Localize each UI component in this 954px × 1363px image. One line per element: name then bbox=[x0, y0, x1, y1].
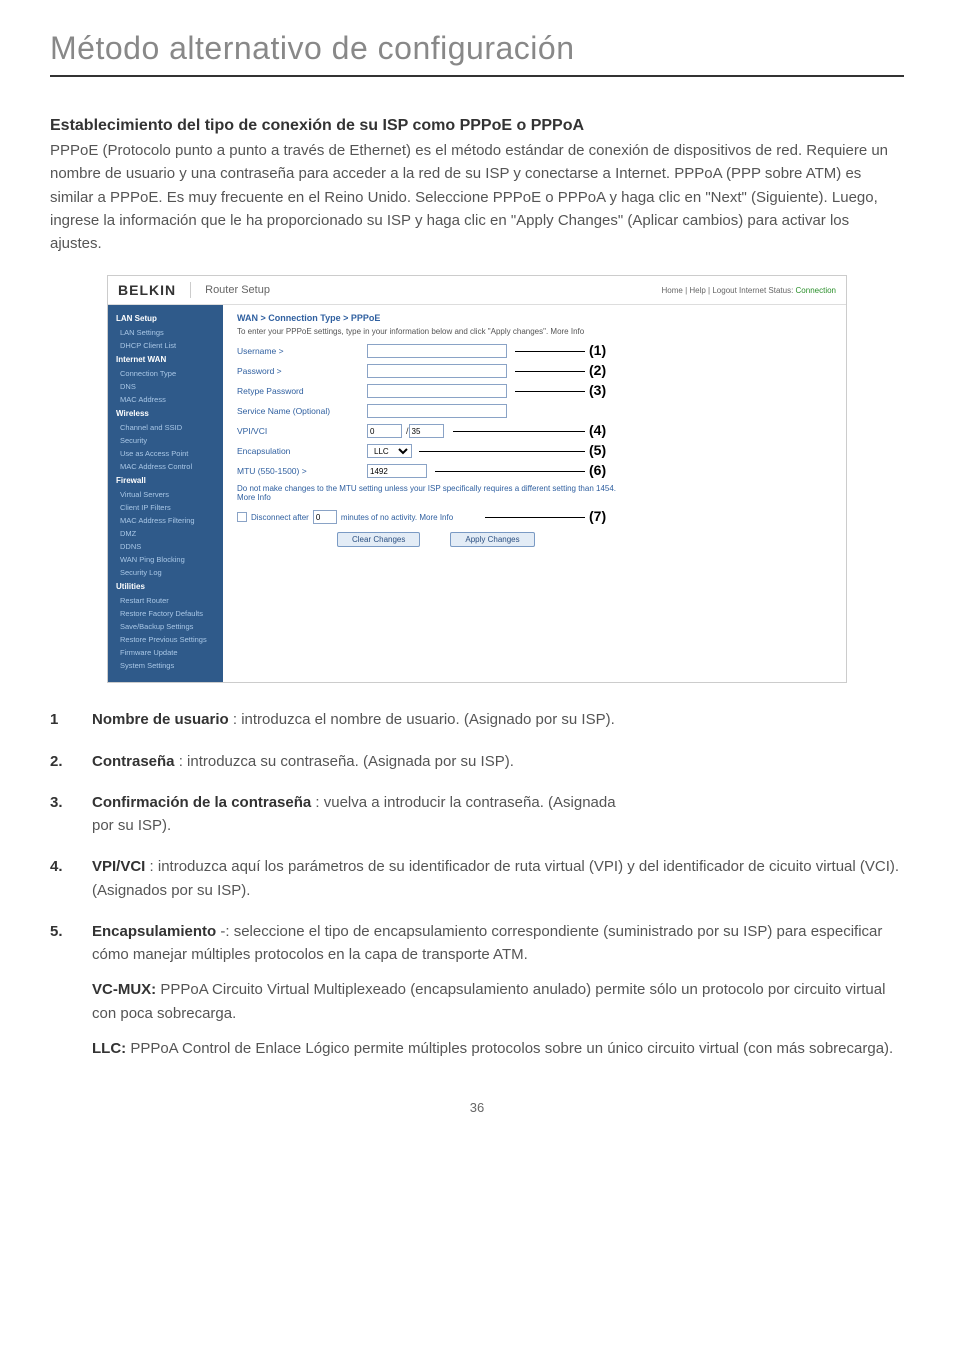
section-heading: Establecimiento del tipo de conexión de … bbox=[50, 117, 904, 135]
list-text: : introduzca el nombre de usuario. (Asig… bbox=[229, 711, 615, 728]
disconnect-minutes-input[interactable] bbox=[313, 510, 337, 524]
sidebar-item[interactable]: Channel and SSID bbox=[108, 421, 223, 434]
sidebar-item[interactable]: WAN Ping Blocking bbox=[108, 553, 223, 566]
vpi-input[interactable] bbox=[367, 424, 402, 438]
sub-text: PPPoA Control de Enlace Lógico permite m… bbox=[126, 1040, 893, 1057]
list-text-cont: por su ISP). bbox=[92, 817, 171, 834]
sidebar-item[interactable]: System Settings bbox=[108, 659, 223, 672]
service-label: Service Name (Optional) bbox=[237, 406, 367, 416]
sidebar-item[interactable]: Connection Type bbox=[108, 367, 223, 380]
callout-5: (5) bbox=[589, 442, 606, 458]
clear-button[interactable]: Clear Changes bbox=[337, 532, 420, 547]
sidebar-item[interactable]: LAN Settings bbox=[108, 326, 223, 339]
list-text: : introduzca aquí los parámetros de su i… bbox=[92, 858, 899, 898]
encaps-select[interactable]: LLC bbox=[367, 444, 412, 458]
sidebar-header-utilities: Utilities bbox=[108, 579, 223, 594]
sidebar-item[interactable]: Save/Backup Settings bbox=[108, 620, 223, 633]
password-label: Password > bbox=[237, 366, 367, 376]
list-lead: Nombre de usuario bbox=[92, 711, 229, 728]
intro-paragraph: PPPoE (Protocolo punto a punto a través … bbox=[50, 139, 904, 255]
retype-label: Retype Password bbox=[237, 386, 367, 396]
list-number: 1 bbox=[50, 708, 92, 731]
callout-1: (1) bbox=[589, 342, 606, 358]
router-setup-label: Router Setup bbox=[205, 284, 270, 296]
breadcrumb: WAN > Connection Type > PPPoE bbox=[237, 313, 834, 323]
sidebar-item[interactable]: Restore Previous Settings bbox=[108, 633, 223, 646]
list-text: : introduzca su contraseña. (Asignada po… bbox=[175, 753, 514, 770]
sidebar-item[interactable]: MAC Address bbox=[108, 393, 223, 406]
sidebar-item[interactable]: MAC Address Control bbox=[108, 460, 223, 473]
brand-logo: BELKIN bbox=[118, 282, 176, 298]
subtext: To enter your PPPoE settings, type in yo… bbox=[237, 327, 834, 336]
top-links: Home | Help | Logout Internet Status: Co… bbox=[662, 286, 837, 295]
numbered-list: 1 Nombre de usuario : introduzca el nomb… bbox=[50, 708, 904, 1060]
sidebar-item[interactable]: MAC Address Filtering bbox=[108, 514, 223, 527]
callout-2: (2) bbox=[589, 362, 606, 378]
list-lead: Confirmación de la contraseña bbox=[92, 794, 311, 811]
callout-6: (6) bbox=[589, 462, 606, 478]
list-number: 3. bbox=[50, 791, 92, 838]
sidebar-item[interactable]: Virtual Servers bbox=[108, 488, 223, 501]
sidebar-header-lan: LAN Setup bbox=[108, 311, 223, 326]
page-title: Método alternativo de configuración bbox=[50, 30, 904, 67]
screenshot-main: WAN > Connection Type > PPPoE To enter y… bbox=[223, 305, 846, 682]
vci-input[interactable] bbox=[409, 424, 444, 438]
callout-7: (7) bbox=[589, 508, 606, 524]
username-label: Username > bbox=[237, 346, 367, 356]
sidebar-item[interactable]: DDNS bbox=[108, 540, 223, 553]
callout-3: (3) bbox=[589, 382, 606, 398]
list-lead: VPI/VCI bbox=[92, 858, 145, 875]
disconnect-checkbox[interactable] bbox=[237, 512, 247, 522]
router-screenshot: BELKIN Router Setup Home | Help | Logout… bbox=[107, 275, 847, 683]
page-number: 36 bbox=[50, 1100, 904, 1115]
password-input[interactable] bbox=[367, 364, 507, 378]
disconnect-label: Disconnect after bbox=[251, 513, 309, 522]
sub-text: PPPoA Circuito Virtual Multiplexeado (en… bbox=[92, 981, 885, 1021]
sidebar-item[interactable]: Security bbox=[108, 434, 223, 447]
list-lead: Encapsulamiento bbox=[92, 923, 216, 940]
sidebar-header-firewall: Firewall bbox=[108, 473, 223, 488]
sidebar-item[interactable]: Security Log bbox=[108, 566, 223, 579]
list-lead: Contraseña bbox=[92, 753, 175, 770]
sidebar-item[interactable]: Restore Factory Defaults bbox=[108, 607, 223, 620]
mtu-input[interactable] bbox=[367, 464, 427, 478]
callout-4: (4) bbox=[589, 422, 606, 438]
list-number: 4. bbox=[50, 855, 92, 902]
sub-lead: VC-MUX: bbox=[92, 981, 156, 998]
list-number: 5. bbox=[50, 920, 92, 1060]
sidebar: LAN Setup LAN Settings DHCP Client List … bbox=[108, 305, 223, 682]
encaps-label: Encapsulation bbox=[237, 446, 367, 456]
apply-button[interactable]: Apply Changes bbox=[450, 532, 534, 547]
retype-input[interactable] bbox=[367, 384, 507, 398]
mtu-label: MTU (550-1500) > bbox=[237, 466, 367, 476]
sidebar-item[interactable]: Client IP Filters bbox=[108, 501, 223, 514]
list-number: 2. bbox=[50, 750, 92, 773]
sidebar-item[interactable]: DHCP Client List bbox=[108, 339, 223, 352]
sidebar-header-wireless: Wireless bbox=[108, 406, 223, 421]
sidebar-header-wan: Internet WAN bbox=[108, 352, 223, 367]
screenshot-header: BELKIN Router Setup Home | Help | Logout… bbox=[108, 276, 846, 305]
disconnect-tail: minutes of no activity. More Info bbox=[341, 513, 453, 522]
mtu-note: Do not make changes to the MTU setting u… bbox=[237, 484, 617, 502]
sub-lead: LLC: bbox=[92, 1040, 126, 1057]
sidebar-item[interactable]: Firmware Update bbox=[108, 646, 223, 659]
sidebar-item[interactable]: Restart Router bbox=[108, 594, 223, 607]
service-input[interactable] bbox=[367, 404, 507, 418]
sidebar-item[interactable]: DNS bbox=[108, 380, 223, 393]
vpivci-label: VPI/VCI bbox=[237, 426, 367, 436]
sidebar-item[interactable]: Use as Access Point bbox=[108, 447, 223, 460]
username-input[interactable] bbox=[367, 344, 507, 358]
list-text: : vuelva a introducir la contraseña. (As… bbox=[311, 794, 615, 811]
title-underline bbox=[50, 75, 904, 77]
sidebar-item[interactable]: DMZ bbox=[108, 527, 223, 540]
